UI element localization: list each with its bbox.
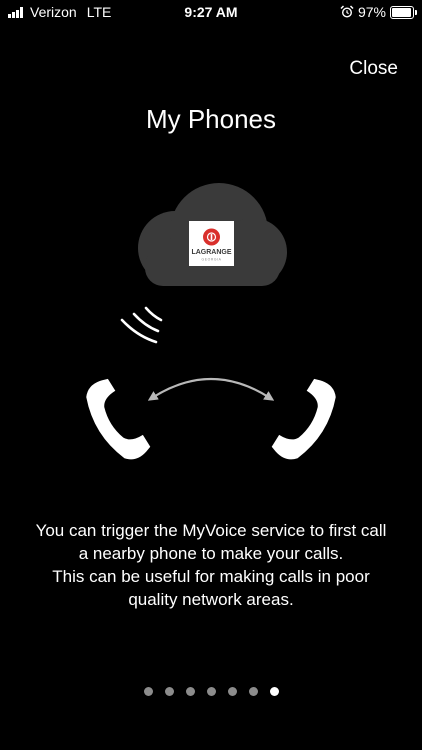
pagination-dots: [0, 687, 422, 696]
description-line: a nearby phone to make your calls.: [78, 544, 344, 563]
phone-handset-right-icon: [271, 378, 336, 460]
pagination-dot-4[interactable]: [206, 687, 216, 696]
lagrange-logo: LAGRANGE GEORGIA: [189, 221, 234, 266]
signal-waves-icon: [120, 306, 163, 344]
lagrange-logo-icon: LAGRANGE GEORGIA: [191, 228, 232, 262]
double-arrow-icon: [147, 377, 275, 401]
pagination-dot-7[interactable]: [269, 687, 279, 696]
pagination-dot-5[interactable]: [227, 687, 237, 696]
pagination-dot-6[interactable]: [248, 687, 258, 696]
description-line: quality network areas.: [128, 590, 294, 609]
phone-handset-left-icon: [86, 378, 151, 460]
description-line: You can trigger the MyVoice service to f…: [35, 521, 387, 540]
pagination-dot-2[interactable]: [164, 687, 174, 696]
description-line: This can be useful for making calls in p…: [52, 567, 370, 586]
logo-text-main: LAGRANGE: [191, 249, 231, 256]
pagination-dot-1[interactable]: [143, 687, 153, 696]
logo-text-sub: GEORGIA: [201, 258, 221, 262]
description-text: You can trigger the MyVoice service to f…: [0, 519, 422, 611]
pagination-dot-3[interactable]: [185, 687, 195, 696]
